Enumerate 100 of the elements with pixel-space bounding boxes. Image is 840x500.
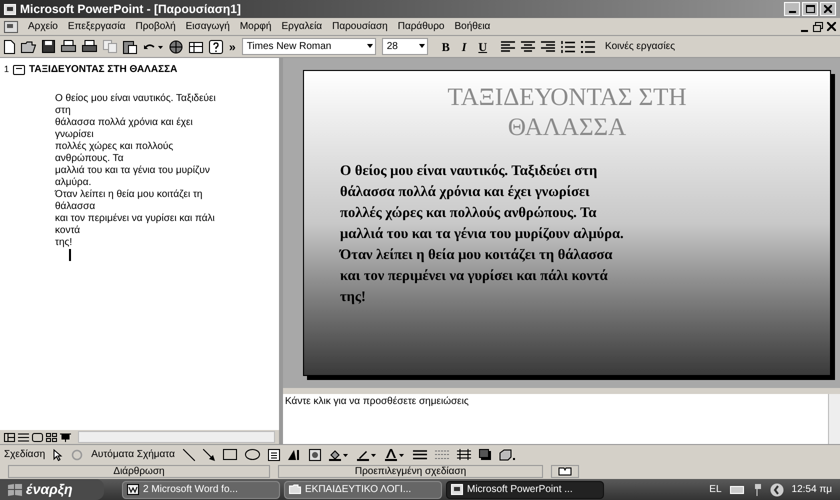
outline-text-line: κοντά xyxy=(55,225,82,237)
clipboard-icon[interactable] xyxy=(123,40,137,54)
wordart-icon[interactable] xyxy=(288,448,301,460)
align-left-icon[interactable] xyxy=(501,41,516,52)
pointer-icon[interactable] xyxy=(53,448,64,460)
line-style-icon[interactable] xyxy=(412,450,427,460)
slide-show-icon[interactable] xyxy=(60,432,71,442)
normal-view-icon[interactable] xyxy=(4,432,15,442)
font-size-dropdown[interactable]: 28 xyxy=(382,38,428,55)
slide-body-line: και τον περιμένει να γυρίσει και πάλι κοντά xyxy=(340,267,609,286)
save-icon[interactable] xyxy=(42,40,55,53)
align-right-icon[interactable] xyxy=(541,41,556,52)
taskbar-button[interactable]: Microsoft PowerPoint ... xyxy=(446,480,604,498)
language-indicator[interactable]: EL xyxy=(709,482,722,497)
menu-item[interactable]: Εισαγωγή xyxy=(186,19,230,34)
bulleted-list-icon[interactable] xyxy=(581,40,596,52)
pen-icon[interactable] xyxy=(356,448,377,460)
slide-sorter-icon[interactable] xyxy=(46,432,57,442)
outline-view-icon[interactable] xyxy=(18,432,29,442)
outline-text-line: γνωρίσει xyxy=(55,129,95,141)
outline-text-line: αλμύρα. xyxy=(55,177,92,189)
slide-body-line: μαλλιά του και τα γένια του μυρίζουν αλμύρα. xyxy=(340,225,625,244)
outline-text-line: θάλασσα πολλά χρόνια και έχει xyxy=(55,117,194,129)
picture-frame-icon[interactable] xyxy=(308,448,321,460)
status-text: Διάρθρωση xyxy=(8,465,270,478)
font-name: Times New Roman xyxy=(246,40,332,54)
more-buttons-chevron[interactable]: » xyxy=(229,40,236,52)
menu-item[interactable]: Επεξεργασία xyxy=(68,19,126,34)
menu-item[interactable]: Παρουσίαση xyxy=(332,19,388,34)
menu-item[interactable]: Παράθυρο xyxy=(398,19,444,34)
arrow-icon[interactable] xyxy=(202,448,215,460)
font-color-icon[interactable] xyxy=(384,448,405,460)
font-dropdown[interactable]: Times New Roman xyxy=(242,38,376,55)
new-document-icon[interactable] xyxy=(4,40,15,54)
slide-view-icon[interactable] xyxy=(32,432,43,442)
slide-body-line: Όταν λείπει η θεία μου κοιτάζει τη θάλασσα xyxy=(340,246,614,265)
outline-text-line: και τον περιμένει να γυρίσει και πάλι xyxy=(55,213,216,225)
printer-icon[interactable] xyxy=(61,40,76,53)
outline-text-line: στη xyxy=(55,105,72,117)
help-icon[interactable] xyxy=(209,40,223,54)
taskbar-button[interactable]: 2 Microsoft Word fo... xyxy=(122,480,280,498)
notes-field[interactable]: Κάντε κλικ για να προσθέσετε σημειώσεις xyxy=(283,394,828,444)
slide-body-line: Ο θείος μου είναι ναυτικός. Ταξιδεύει στη xyxy=(340,162,598,181)
printer-icon[interactable] xyxy=(82,40,97,53)
outline-title[interactable]: ΤΑΞΙΔΕΥΟΝΤΑΣ ΣΤΗ ΘΑΛΑΣΣΑ xyxy=(29,62,178,77)
taskbar-button[interactable]: ΕΚΠΑΙΔΕΥΤΙΚΟ ΛΟΓΙ... xyxy=(284,480,442,498)
rectangle-icon[interactable] xyxy=(222,449,237,460)
maximize-button[interactable] xyxy=(802,2,818,16)
close-icon[interactable] xyxy=(827,22,836,30)
horizontal-scrollbar[interactable] xyxy=(78,431,275,443)
minimize-button[interactable] xyxy=(784,2,800,16)
globe-icon[interactable] xyxy=(169,40,183,54)
menu-item[interactable]: Εργαλεία xyxy=(281,19,322,34)
outline-text-line: μαλλιά του και τα γένια του μυρίζυν xyxy=(55,165,211,177)
undo-icon[interactable] xyxy=(143,42,163,52)
numbered-list-icon[interactable] xyxy=(561,40,576,52)
slide-icon xyxy=(13,64,26,74)
fill-bucket-icon[interactable] xyxy=(328,448,349,460)
document-icon xyxy=(127,484,139,495)
outline-text-line: ανθρώπους. Τα xyxy=(55,153,124,165)
outline-text-line: Ο θείος μου είναι ναυτικός. Ταξιδεύει xyxy=(55,93,217,105)
italic-button[interactable]: I xyxy=(462,40,466,52)
oval-icon[interactable] xyxy=(244,449,260,460)
text-box-icon[interactable] xyxy=(268,448,280,460)
underline-button[interactable]: U xyxy=(478,40,488,52)
menu-item[interactable]: Αρχείο xyxy=(28,19,58,34)
presentation-icon xyxy=(451,484,463,495)
menu-item[interactable]: Μορφή xyxy=(240,19,272,34)
slide-body-line: της! xyxy=(340,288,367,307)
close-icon xyxy=(824,5,832,13)
keyboard-icon[interactable] xyxy=(730,486,744,494)
line-icon[interactable] xyxy=(182,448,195,460)
folder-icon[interactable] xyxy=(21,40,36,52)
menu-item[interactable]: Βοήθεια xyxy=(454,19,490,34)
shadow-icon[interactable] xyxy=(478,449,491,460)
windows-flag-icon xyxy=(8,484,22,496)
tasks-dropdown[interactable]: Κοινές εργασίες xyxy=(605,39,676,54)
arrow-style-icon[interactable] xyxy=(456,449,471,460)
vertical-scrollbar[interactable] xyxy=(828,394,840,444)
align-center-icon[interactable] xyxy=(521,41,536,52)
slide-number: 1 xyxy=(4,62,10,76)
restore-icon[interactable] xyxy=(813,22,823,32)
minimize-icon xyxy=(788,11,796,13)
autoshapes-menu-button[interactable]: Αυτόματα Σχήματα xyxy=(91,447,175,462)
draw-menu-button[interactable]: Σχεδίαση xyxy=(4,447,46,462)
document-icon xyxy=(4,20,18,32)
close-button[interactable] xyxy=(820,2,836,16)
table-icon[interactable] xyxy=(189,40,203,53)
window-title: Microsoft PowerPoint - [Παρουσίαση1] xyxy=(20,1,241,18)
dash-style-icon[interactable] xyxy=(434,450,449,460)
outline-text-line: θάλασσα xyxy=(55,201,96,213)
slide-title-line: ΘΑΛΑΣΣΑ xyxy=(508,113,626,143)
app-icon xyxy=(4,4,16,14)
chevron-icon[interactable] xyxy=(770,482,784,496)
bold-button[interactable]: B xyxy=(442,40,450,52)
slide-body-line: πολλές χώρες και πολλούς ανθρώπους. Τα xyxy=(340,204,598,223)
start-button[interactable]: έναρξη xyxy=(0,479,104,500)
clock: 12:54 πμ xyxy=(792,483,832,497)
caret-icon xyxy=(416,44,427,49)
menu-item[interactable]: Προβολή xyxy=(135,19,176,34)
